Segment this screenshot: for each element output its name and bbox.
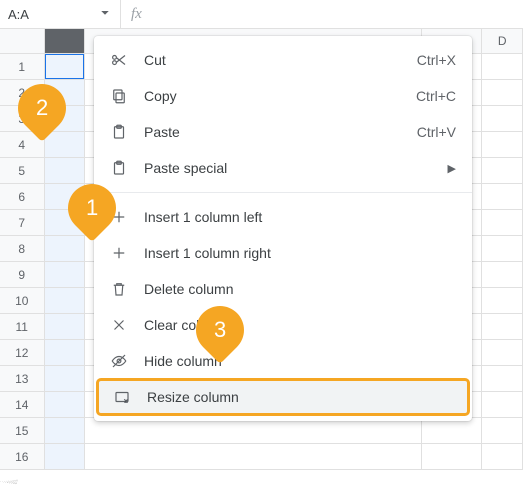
menu-item-delete[interactable]: Delete column — [94, 271, 472, 307]
x-icon — [108, 316, 130, 334]
cell[interactable] — [482, 366, 523, 391]
menu-label: Copy — [130, 88, 416, 104]
cell[interactable] — [482, 340, 523, 365]
cell[interactable] — [85, 444, 422, 469]
menu-item-cut[interactable]: Cut Ctrl+X — [94, 42, 472, 78]
row-header[interactable]: 8 — [0, 236, 45, 261]
cell[interactable] — [482, 54, 523, 79]
menu-shortcut: Ctrl+V — [417, 124, 456, 140]
clipboard-icon — [108, 159, 130, 177]
select-all-corner[interactable] — [0, 29, 45, 53]
fx-label: fx — [121, 6, 152, 23]
row-header[interactable]: 10 — [0, 288, 45, 313]
menu-label: Cut — [130, 52, 417, 68]
cell[interactable] — [45, 54, 86, 79]
cell[interactable] — [45, 314, 86, 339]
cell[interactable] — [45, 288, 86, 313]
name-box-value: A:A — [8, 7, 29, 22]
row-header[interactable]: 16 — [0, 444, 45, 469]
row-header[interactable]: 15 — [0, 418, 45, 443]
menu-item-insert-right[interactable]: Insert 1 column right — [94, 235, 472, 271]
context-menu: Cut Ctrl+X Copy Ctrl+C Paste Ctrl+V Past… — [94, 36, 472, 421]
menu-item-paste-special[interactable]: Paste special ▶ — [94, 150, 472, 186]
torn-edge-decoration — [0, 473, 523, 503]
cell[interactable] — [85, 418, 422, 443]
cell[interactable] — [482, 262, 523, 287]
copy-icon — [108, 87, 130, 105]
cell[interactable] — [482, 210, 523, 235]
cell[interactable] — [482, 444, 523, 469]
cell[interactable] — [482, 106, 523, 131]
cell[interactable] — [422, 444, 482, 469]
cell[interactable] — [45, 262, 86, 287]
menu-label: Clear column — [130, 317, 456, 333]
menu-item-insert-left[interactable]: Insert 1 column left — [94, 199, 472, 235]
cell[interactable] — [45, 132, 86, 157]
row-header[interactable]: 14 — [0, 392, 45, 417]
cell[interactable] — [482, 158, 523, 183]
menu-shortcut: Ctrl+X — [417, 52, 456, 68]
cell[interactable] — [45, 366, 86, 391]
cell[interactable] — [482, 184, 523, 209]
cell[interactable] — [45, 340, 86, 365]
menu-label: Paste — [130, 124, 417, 140]
row-header[interactable]: 6 — [0, 184, 45, 209]
cell[interactable] — [45, 418, 86, 443]
menu-item-clear[interactable]: Clear column — [94, 307, 472, 343]
menu-item-paste[interactable]: Paste Ctrl+V — [94, 114, 472, 150]
trash-icon — [108, 280, 130, 298]
cell[interactable] — [45, 158, 86, 183]
name-box[interactable]: A:A — [0, 0, 121, 28]
scissors-icon — [108, 51, 130, 69]
cell[interactable] — [482, 288, 523, 313]
row-header[interactable]: 5 — [0, 158, 45, 183]
cell[interactable] — [482, 418, 523, 443]
row-header[interactable]: 1 — [0, 54, 45, 79]
menu-separator — [94, 192, 472, 193]
chevron-down-icon[interactable] — [96, 4, 114, 25]
menu-item-resize[interactable]: Resize column — [97, 379, 469, 415]
clipboard-icon — [108, 123, 130, 141]
chevron-right-icon: ▶ — [448, 162, 456, 175]
cell[interactable] — [482, 236, 523, 261]
cell[interactable] — [422, 418, 482, 443]
menu-label: Insert 1 column left — [130, 209, 456, 225]
menu-label: Delete column — [130, 281, 456, 297]
cell[interactable] — [482, 132, 523, 157]
row-header[interactable]: 13 — [0, 366, 45, 391]
menu-item-hide[interactable]: Hide column — [94, 343, 472, 379]
cell[interactable] — [482, 80, 523, 105]
formula-bar: A:A fx — [0, 0, 523, 29]
plus-icon — [108, 244, 130, 262]
menu-item-copy[interactable]: Copy Ctrl+C — [94, 78, 472, 114]
menu-label: Hide column — [130, 353, 456, 369]
row-header[interactable]: 12 — [0, 340, 45, 365]
cell[interactable] — [45, 444, 86, 469]
menu-label: Resize column — [133, 389, 453, 405]
row-header[interactable]: 7 — [0, 210, 45, 235]
menu-label: Insert 1 column right — [130, 245, 456, 261]
column-header-d[interactable]: D — [482, 29, 523, 53]
cell[interactable] — [482, 392, 523, 417]
eye-off-icon — [108, 352, 130, 370]
column-header-a[interactable] — [45, 29, 86, 53]
row-header[interactable]: 11 — [0, 314, 45, 339]
row-header[interactable]: 9 — [0, 262, 45, 287]
resize-icon — [111, 388, 133, 406]
menu-label: Paste special — [130, 160, 448, 176]
cell[interactable] — [482, 314, 523, 339]
cell[interactable] — [45, 392, 86, 417]
cell[interactable] — [45, 236, 86, 261]
menu-shortcut: Ctrl+C — [416, 88, 456, 104]
